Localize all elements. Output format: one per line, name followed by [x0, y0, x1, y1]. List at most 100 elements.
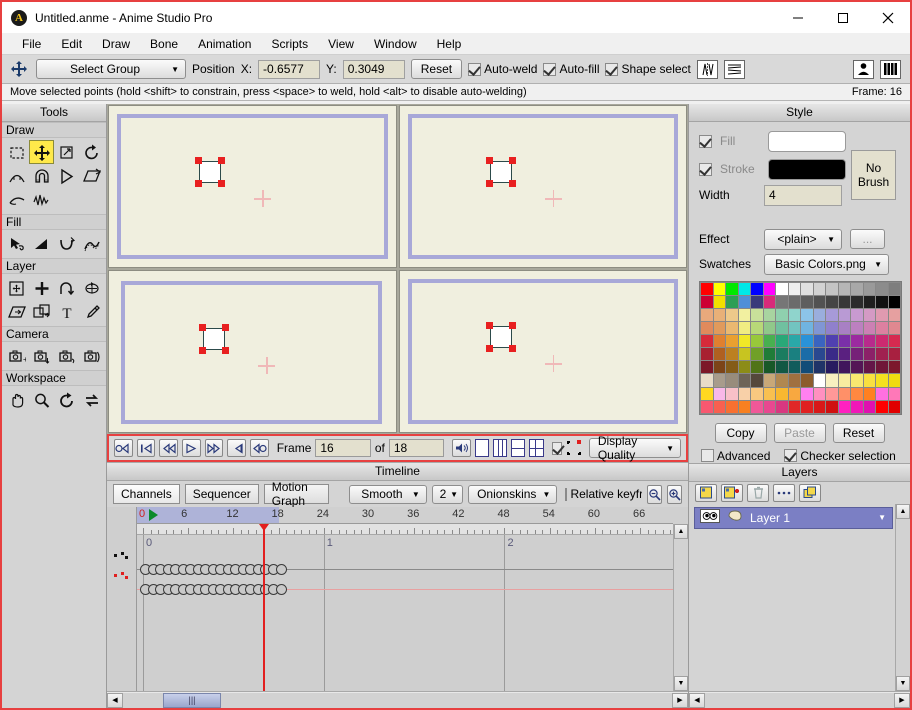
scroll-right-arrow-icon[interactable]: ▶ [672, 692, 688, 708]
chevron-down-icon[interactable]: ▼ [878, 513, 886, 522]
transform-points-icon[interactable] [29, 140, 54, 164]
auto-weld-checkbox[interactable]: Auto-weld [468, 62, 537, 76]
eyedropper-icon[interactable] [79, 300, 104, 324]
auto-fill-checkbox[interactable]: Auto-fill [543, 62, 599, 76]
color-swatch[interactable] [826, 348, 838, 361]
tab-sequencer[interactable]: Sequencer [184, 484, 259, 504]
keyframe-marker[interactable] [275, 584, 287, 595]
interp-count-dropdown[interactable]: 2 ▼ [431, 484, 464, 504]
color-swatch[interactable] [851, 309, 863, 322]
color-swatch[interactable] [776, 374, 788, 387]
color-swatch[interactable] [876, 322, 888, 335]
color-swatch[interactable] [701, 361, 713, 374]
color-swatch[interactable] [863, 309, 875, 322]
color-swatch[interactable] [863, 400, 875, 413]
menu-item-file[interactable]: File [12, 35, 51, 53]
tab-motion-graph[interactable]: Motion Graph [263, 480, 330, 508]
color-swatch[interactable] [788, 335, 800, 348]
timeline-hscrollbar[interactable]: ◀ ||| ▶ [107, 691, 688, 708]
color-swatch[interactable] [888, 348, 900, 361]
color-swatch[interactable] [801, 400, 813, 413]
layers-hscroll-track[interactable] [705, 692, 894, 708]
canvas-area[interactable] [117, 114, 388, 259]
selection-handle[interactable] [508, 157, 516, 164]
fill-color-swatch[interactable] [768, 130, 846, 152]
swatches-dropdown[interactable]: Basic Colors.png ▼ [764, 253, 889, 275]
color-swatch[interactable] [776, 335, 788, 348]
shape-select-checkbox[interactable]: Shape select [605, 62, 691, 76]
color-swatch[interactable] [788, 322, 800, 335]
color-swatch[interactable] [876, 400, 888, 413]
relative-keyframes-checkbox[interactable]: Relative keyframe [565, 487, 642, 501]
timeline-vscrollbar[interactable]: ▲ ▼ [673, 524, 688, 691]
color-swatch[interactable] [801, 322, 813, 335]
line-width-icon[interactable] [79, 232, 104, 256]
color-swatch[interactable] [826, 361, 838, 374]
selection-handle[interactable] [199, 324, 206, 331]
color-swatch[interactable] [751, 361, 763, 374]
color-swatch[interactable] [851, 296, 863, 309]
scale-layer-icon[interactable] [29, 276, 54, 300]
menu-item-edit[interactable]: Edit [51, 35, 92, 53]
layer-options-icon[interactable] [773, 483, 795, 502]
color-swatch[interactable] [726, 374, 738, 387]
scroll-left-arrow-icon[interactable]: ◀ [107, 692, 123, 708]
color-swatch[interactable] [876, 283, 888, 296]
color-swatch[interactable] [751, 296, 763, 309]
color-swatch[interactable] [751, 283, 763, 296]
color-swatch[interactable] [726, 309, 738, 322]
color-swatch[interactable] [776, 283, 788, 296]
two-row-view-icon[interactable] [511, 439, 526, 457]
bend-points-icon[interactable] [4, 188, 29, 212]
display-quality-dropdown[interactable]: Display Quality ▼ [588, 434, 681, 462]
color-swatch-grid[interactable] [699, 281, 902, 415]
scroll-down-arrow-icon[interactable]: ▼ [896, 676, 910, 691]
color-swatch[interactable] [851, 361, 863, 374]
timeline-playhead[interactable] [263, 524, 265, 691]
menu-item-scripts[interactable]: Scripts [261, 35, 318, 53]
color-swatch[interactable] [738, 387, 750, 400]
color-swatch[interactable] [801, 387, 813, 400]
color-swatch[interactable] [726, 361, 738, 374]
color-swatch[interactable] [713, 309, 725, 322]
frame-input[interactable]: 16 [315, 439, 371, 457]
track-camera-icon[interactable]: + [4, 344, 29, 368]
color-swatch[interactable] [826, 374, 838, 387]
quad-view-icon[interactable] [529, 439, 544, 457]
curvature-icon[interactable] [4, 164, 29, 188]
rotate-points-icon[interactable] [79, 140, 104, 164]
color-swatch[interactable] [713, 322, 725, 335]
color-swatch[interactable] [876, 361, 888, 374]
keyframe-marker[interactable] [275, 564, 287, 575]
flip-horizontal-icon[interactable] [696, 59, 718, 79]
color-swatch[interactable] [838, 335, 850, 348]
color-swatch[interactable] [738, 400, 750, 413]
color-swatch[interactable] [838, 361, 850, 374]
magnet-icon[interactable] [29, 164, 54, 188]
color-swatch[interactable] [788, 387, 800, 400]
color-swatch[interactable] [738, 322, 750, 335]
delete-layer-icon[interactable] [747, 483, 769, 502]
color-swatch[interactable] [826, 387, 838, 400]
color-swatch[interactable] [813, 361, 825, 374]
selection-handle[interactable] [218, 157, 225, 164]
color-swatch[interactable] [726, 335, 738, 348]
color-swatch[interactable] [763, 296, 775, 309]
color-swatch[interactable] [776, 309, 788, 322]
selection-handle[interactable] [485, 345, 493, 352]
color-swatch[interactable] [776, 348, 788, 361]
color-swatch[interactable] [788, 374, 800, 387]
color-swatch[interactable] [738, 309, 750, 322]
zoom-out-icon[interactable] [647, 484, 662, 504]
color-swatch[interactable] [788, 348, 800, 361]
color-swatch[interactable] [788, 361, 800, 374]
color-swatch[interactable] [763, 283, 775, 296]
menu-item-view[interactable]: View [318, 35, 364, 53]
select-shape-icon[interactable] [4, 232, 29, 256]
color-swatch[interactable] [888, 283, 900, 296]
color-swatch[interactable] [701, 374, 713, 387]
color-swatch[interactable] [813, 296, 825, 309]
selection-handle[interactable] [222, 324, 229, 331]
move-arrows-icon[interactable] [8, 58, 30, 80]
play-icon[interactable] [182, 439, 201, 457]
